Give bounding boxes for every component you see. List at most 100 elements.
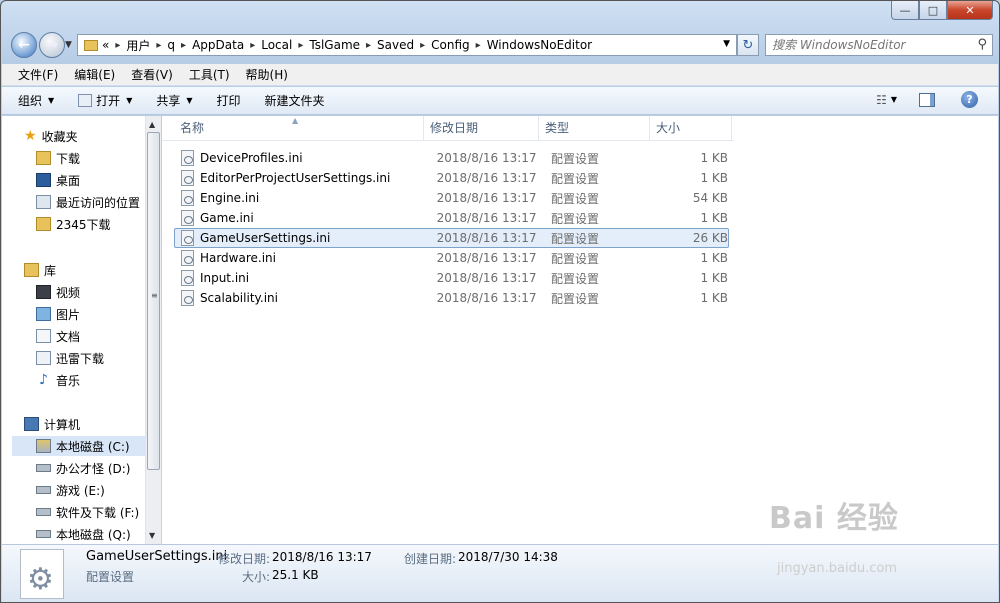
file-name: DeviceProfiles.ini [199, 151, 303, 165]
file-row[interactable]: Engine.ini 2018/8/16 13:17 配置设置 54 KB [174, 188, 729, 208]
folder-icon [36, 217, 51, 231]
maximize-button[interactable]: □ [919, 1, 947, 20]
file-type: 配置设置 [550, 291, 599, 306]
gear-icon: ⚙ [27, 562, 54, 597]
nav-item-label: 图片 [56, 307, 81, 322]
scroll-grip-icon: ≡ [151, 291, 158, 300]
file-name: GameUserSettings.ini [199, 231, 331, 245]
breadcrumb-item[interactable]: Config [431, 38, 470, 52]
new-folder-label: 新建文件夹 [264, 94, 325, 108]
toolbar-right: ☷ ▼ ? [876, 91, 978, 108]
column-date-modified[interactable]: 修改日期 [424, 116, 539, 141]
menu-view[interactable]: 查看(V) [123, 66, 181, 83]
nav-item-label: 软件及下载 (F:) [56, 505, 140, 520]
share-button[interactable]: 共享 ▼ [156, 92, 192, 109]
menu-file[interactable]: 文件(F) [10, 66, 66, 83]
file-row[interactable]: Input.ini 2018/8/16 13:17 配置设置 1 KB [174, 268, 729, 288]
nav-item-pictures[interactable]: 图片 [36, 304, 80, 324]
minimize-button[interactable]: — [891, 1, 919, 20]
computer-label: 计算机 [44, 417, 81, 432]
nav-item-downloads[interactable]: 下载 [36, 148, 80, 168]
file-name: Hardware.ini [199, 251, 276, 265]
view-dropdown-icon[interactable]: ▼ [891, 95, 897, 104]
ini-file-icon [181, 150, 194, 166]
breadcrumb-overflow[interactable]: « [102, 38, 109, 52]
column-type[interactable]: 类型 [539, 116, 650, 141]
favorites-header[interactable]: ★ 收藏夹 [24, 126, 78, 146]
nav-item-xunlei[interactable]: 迅雷下载 [36, 348, 104, 368]
forward-button[interactable]: → [39, 32, 65, 58]
help-icon[interactable]: ? [961, 91, 978, 108]
file-size: 1 KB [700, 271, 728, 285]
nav-item-label: 2345下载 [56, 217, 111, 232]
breadcrumb-item[interactable]: 用户 [126, 37, 150, 54]
nav-item-drive-e[interactable]: 游戏 (E:) [36, 480, 105, 500]
breadcrumb-item[interactable]: AppData [192, 38, 244, 52]
ini-file-icon [181, 210, 194, 226]
computer-header[interactable]: 计算机 [24, 414, 80, 434]
file-row[interactable]: DeviceProfiles.ini 2018/8/16 13:17 配置设置 1 K… [174, 148, 729, 168]
breadcrumb-item[interactable]: Local [261, 38, 292, 52]
nav-item-label: 本地磁盘 (C:) [56, 439, 130, 454]
nav-item-videos[interactable]: 视频 [36, 282, 80, 302]
nav-item-desktop[interactable]: 桌面 [36, 170, 80, 190]
file-name: Scalability.ini [199, 291, 278, 305]
share-label: 共享 [156, 94, 181, 108]
folder-icon [84, 39, 98, 51]
scroll-down-icon[interactable]: ▼ [149, 531, 155, 540]
libraries-header[interactable]: 库 [24, 260, 56, 280]
preview-pane-icon[interactable] [919, 92, 935, 107]
file-row-selected[interactable]: GameUserSettings.ini 2018/8/16 13:17 配置设置 2… [174, 228, 729, 248]
menu-help[interactable]: 帮助(H) [238, 66, 296, 83]
menu-tools[interactable]: 工具(T) [181, 66, 238, 83]
menu-edit[interactable]: 编辑(E) [66, 66, 123, 83]
file-date: 2018/8/16 13:17 [436, 191, 537, 205]
search-icon[interactable]: ⚲ [977, 37, 987, 52]
breadcrumb-item[interactable]: q [167, 38, 175, 52]
command-bar: 组织 ▼ 打开 ▼ 共享 ▼ 打印 新建文件夹 ☷ ▼ ? [2, 87, 998, 115]
file-row[interactable]: Hardware.ini 2018/8/16 13:17 配置设置 1 KB [174, 248, 729, 268]
new-folder-button[interactable]: 新建文件夹 [265, 92, 325, 109]
nav-item-music[interactable]: ♪ 音乐 [36, 370, 80, 390]
nav-item-drive-q[interactable]: 本地磁盘 (Q:) [36, 524, 131, 544]
file-row[interactable]: Scalability.ini 2018/8/16 13:17 配置设置 1 KB [174, 288, 729, 308]
chevron-down-icon: ▼ [186, 96, 193, 105]
file-row[interactable]: Game.ini 2018/8/16 13:17 配置设置 1 KB [174, 208, 729, 228]
back-button[interactable]: ← [11, 32, 37, 58]
organize-button[interactable]: 组织 ▼ [18, 92, 54, 109]
refresh-button[interactable]: ↻ [737, 34, 759, 56]
close-button[interactable]: ✕ [947, 1, 993, 20]
search-input[interactable] [766, 35, 966, 55]
nav-item-2345[interactable]: 2345下载 [36, 214, 111, 234]
nav-item-label: 桌面 [56, 173, 81, 188]
file-row[interactable]: EditorPerProjectUserSettings.ini 2018/8/1… [174, 168, 729, 188]
address-dropdown[interactable]: ▼ [723, 39, 730, 49]
nav-scrollbar[interactable]: ▲ ≡ ▼ [145, 116, 161, 544]
scroll-thumb[interactable] [147, 132, 160, 470]
address-bar[interactable]: «▸ 用户 ▸ q ▸ AppData ▸ Local ▸ TslGame ▸ Saved… [77, 34, 737, 56]
breadcrumb-item[interactable]: TslGame [309, 38, 360, 52]
file-type: 配置设置 [550, 251, 599, 266]
file-size: 1 KB [700, 151, 728, 165]
scroll-up-icon[interactable]: ▲ [149, 120, 155, 129]
recent-pages-dropdown[interactable]: ▼ [65, 40, 72, 50]
nav-item-drive-f[interactable]: 软件及下载 (F:) [36, 502, 139, 522]
nav-item-documents[interactable]: 文档 [36, 326, 80, 346]
breadcrumb-item[interactable]: Saved [377, 38, 414, 52]
nav-item-label: 办公才怪 (D:) [56, 461, 131, 476]
column-name[interactable]: 名称 [174, 116, 424, 141]
nav-item-label: 最近访问的位置 [56, 195, 141, 210]
column-size[interactable]: 大小 [650, 116, 732, 141]
breadcrumb-item[interactable]: WindowsNoEditor [487, 38, 592, 52]
download-library-icon [36, 351, 51, 365]
print-button[interactable]: 打印 [217, 92, 241, 109]
open-label: 打开 [96, 94, 121, 108]
nav-item-drive-c[interactable]: 本地磁盘 (C:) [12, 436, 146, 456]
view-options-icon[interactable]: ☷ [876, 93, 887, 107]
ini-file-icon [181, 170, 194, 186]
nav-item-recent[interactable]: 最近访问的位置 [36, 192, 140, 212]
file-date: 2018/8/16 13:17 [436, 291, 537, 305]
nav-item-drive-d[interactable]: 办公才怪 (D:) [36, 458, 130, 478]
file-type: 配置设置 [550, 231, 599, 246]
open-button[interactable]: 打开 ▼ [78, 92, 132, 109]
